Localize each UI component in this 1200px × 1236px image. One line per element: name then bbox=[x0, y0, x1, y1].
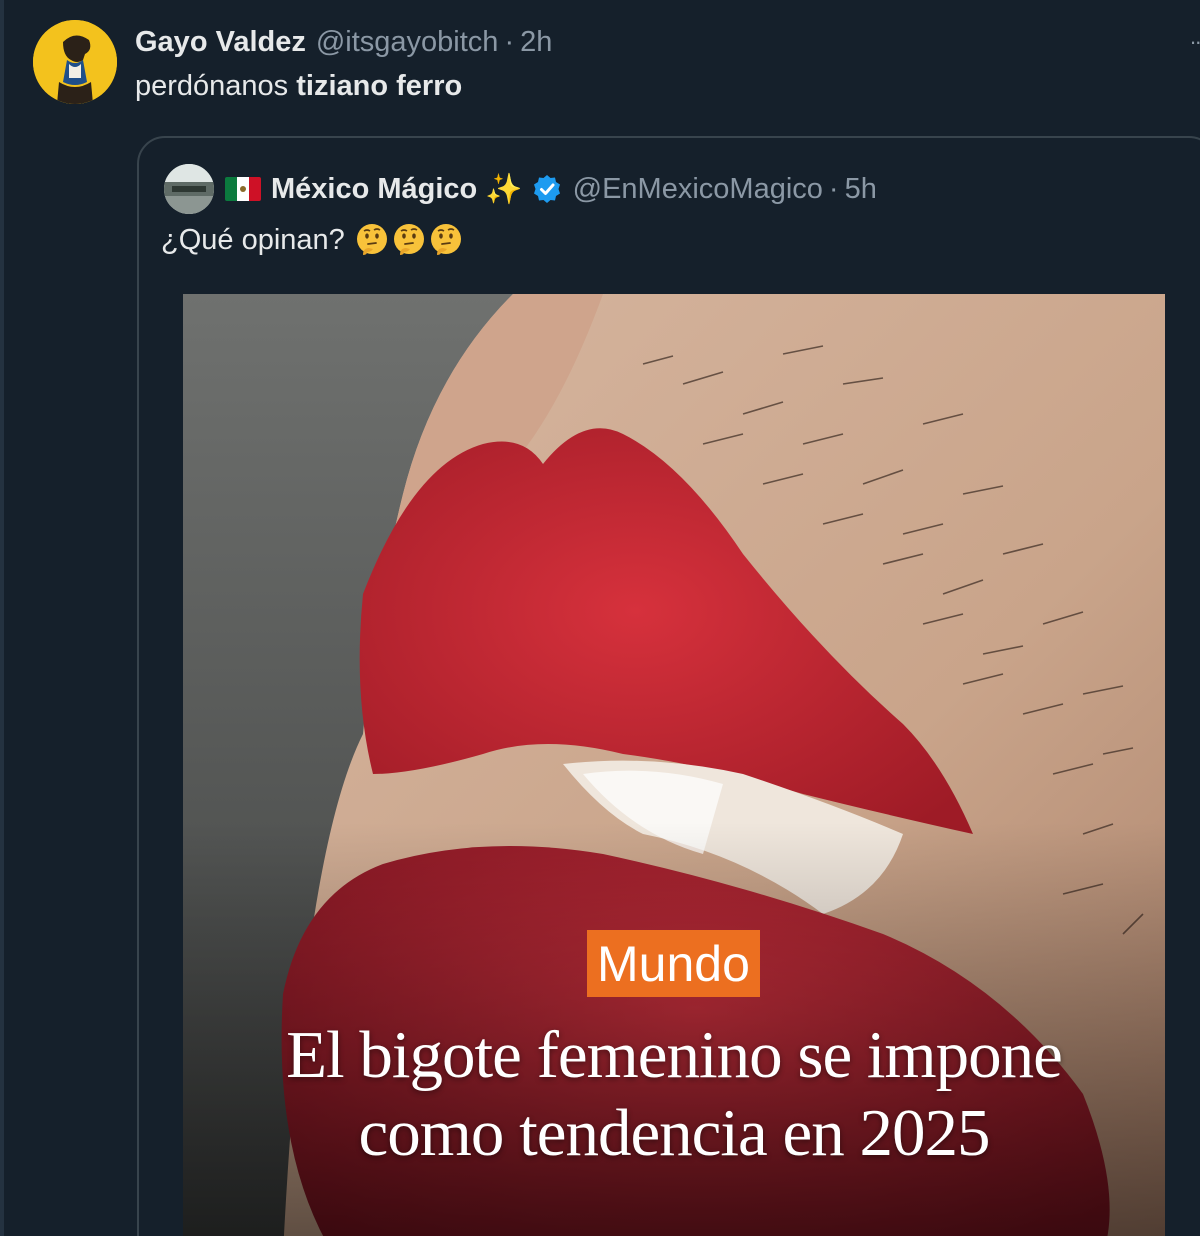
mexico-flag-icon bbox=[225, 177, 261, 201]
tweet-header: Gayo Valdez @itsgayobitch · 2h bbox=[135, 22, 552, 62]
tweet-text-bold: tiziano ferro bbox=[296, 70, 463, 102]
quoted-author-name[interactable]: México Mágico bbox=[271, 173, 477, 206]
more-options-icon[interactable]: ·· bbox=[1174, 28, 1200, 56]
author-name[interactable]: Gayo Valdez bbox=[135, 26, 306, 59]
tweet-timestamp[interactable]: 2h bbox=[520, 26, 552, 59]
section-badge: Mundo bbox=[587, 930, 760, 997]
quoted-tweet-text-content: ¿Qué opinan? bbox=[161, 223, 345, 256]
more-options-label: ·· bbox=[1189, 29, 1200, 54]
quoted-tweet-card[interactable]: México Mágico ✨ @EnMexicoMagico · 5h ¿Qu… bbox=[137, 136, 1200, 1236]
verified-badge-icon bbox=[533, 175, 560, 203]
quoted-author-avatar[interactable] bbox=[164, 164, 214, 214]
timeline: Gayo Valdez @itsgayobitch · 2h ·· perdón… bbox=[0, 0, 1200, 1236]
quoted-tweet-timestamp[interactable]: 5h bbox=[845, 173, 877, 206]
quoted-author-handle[interactable]: @EnMexicoMagico bbox=[573, 173, 823, 206]
headline-line-2: como tendencia en 2025 bbox=[358, 1096, 990, 1170]
quoted-header-separator: · bbox=[828, 172, 839, 205]
quoted-tweet-header: México Mágico ✨ @EnMexicoMagico · 5h bbox=[225, 168, 877, 210]
timeline-divider bbox=[0, 0, 4, 1236]
author-avatar[interactable] bbox=[33, 20, 117, 104]
article-headline: El bigote femenino se impone como tenden… bbox=[183, 1016, 1165, 1172]
sparkle-icon: ✨ bbox=[485, 172, 523, 206]
thinking-face-icon bbox=[430, 224, 461, 255]
tweet-text-plain: perdónanos bbox=[135, 70, 297, 102]
headline-line-1: El bigote femenino se impone bbox=[286, 1018, 1063, 1092]
thinking-face-icon bbox=[356, 224, 387, 255]
quoted-tweet-text: ¿Qué opinan? bbox=[161, 222, 463, 258]
tweet-text: perdónanos tiziano ferro bbox=[135, 70, 462, 103]
author-handle[interactable]: @itsgayobitch bbox=[316, 26, 499, 59]
quoted-tweet-image[interactable]: Mundo El bigote femenino se impone como … bbox=[183, 294, 1165, 1236]
thinking-face-icon bbox=[393, 224, 424, 255]
header-separator: · bbox=[504, 25, 515, 58]
